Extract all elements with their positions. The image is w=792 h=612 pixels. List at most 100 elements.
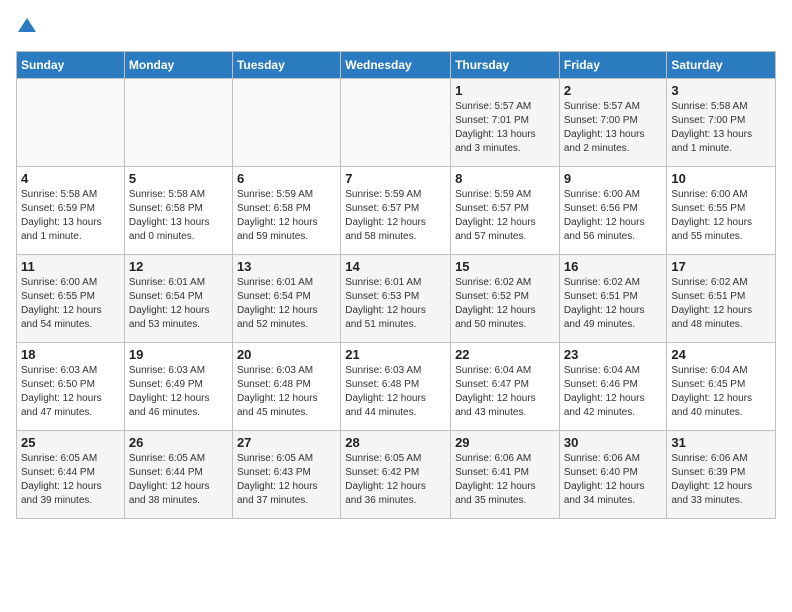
calendar-table: SundayMondayTuesdayWednesdayThursdayFrid…: [16, 51, 776, 519]
day-number: 20: [237, 347, 336, 362]
day-number: 7: [345, 171, 446, 186]
day-info: Sunrise: 6:06 AM Sunset: 6:41 PM Dayligh…: [455, 452, 555, 508]
day-cell: 28 Sunrise: 6:05 AM Sunset: 6:42 PM Dayli…: [341, 431, 451, 519]
day-info: Sunrise: 5:57 AM Sunset: 7:00 PM Dayligh…: [564, 100, 663, 156]
day-number: 17: [671, 259, 771, 274]
day-info: Sunrise: 6:03 AM Sunset: 6:48 PM Dayligh…: [237, 364, 336, 420]
weekday-header-sunday: Sunday: [17, 52, 125, 79]
day-cell: 18 Sunrise: 6:03 AM Sunset: 6:50 PM Dayli…: [17, 343, 125, 431]
day-cell: [17, 79, 125, 167]
day-number: 30: [564, 435, 663, 450]
day-cell: 14 Sunrise: 6:01 AM Sunset: 6:53 PM Dayli…: [341, 255, 451, 343]
weekday-header-friday: Friday: [559, 52, 667, 79]
calendar-header: SundayMondayTuesdayWednesdayThursdayFrid…: [17, 52, 776, 79]
day-cell: 4 Sunrise: 5:58 AM Sunset: 6:59 PM Daylig…: [17, 167, 125, 255]
day-number: 2: [564, 83, 663, 98]
day-info: Sunrise: 6:01 AM Sunset: 6:54 PM Dayligh…: [129, 276, 228, 332]
day-number: 28: [345, 435, 446, 450]
day-info: Sunrise: 6:00 AM Sunset: 6:55 PM Dayligh…: [671, 188, 771, 244]
day-cell: 23Sunrise: 6:04 AM Sunset: 6:46 PM Dayli…: [559, 343, 667, 431]
day-info: Sunrise: 6:00 AM Sunset: 6:55 PM Dayligh…: [21, 276, 120, 332]
week-row-2: 4 Sunrise: 5:58 AM Sunset: 6:59 PM Daylig…: [17, 167, 776, 255]
day-cell: 1 Sunrise: 5:57 AM Sunset: 7:01 PM Daylig…: [451, 79, 560, 167]
day-cell: 12 Sunrise: 6:01 AM Sunset: 6:54 PM Dayli…: [124, 255, 232, 343]
day-info: Sunrise: 5:59 AM Sunset: 6:57 PM Dayligh…: [345, 188, 446, 244]
week-row-4: 18 Sunrise: 6:03 AM Sunset: 6:50 PM Dayli…: [17, 343, 776, 431]
weekday-header-tuesday: Tuesday: [232, 52, 340, 79]
day-info: Sunrise: 6:02 AM Sunset: 6:52 PM Dayligh…: [455, 276, 555, 332]
day-info: Sunrise: 6:04 AM Sunset: 6:45 PM Dayligh…: [671, 364, 771, 420]
weekday-header-wednesday: Wednesday: [341, 52, 451, 79]
day-cell: 29 Sunrise: 6:06 AM Sunset: 6:41 PM Dayli…: [451, 431, 560, 519]
day-info: Sunrise: 6:06 AM Sunset: 6:39 PM Dayligh…: [671, 452, 771, 508]
day-cell: 30Sunrise: 6:06 AM Sunset: 6:40 PM Dayli…: [559, 431, 667, 519]
day-number: 25: [21, 435, 120, 450]
logo-icon: [18, 16, 36, 34]
day-info: Sunrise: 5:58 AM Sunset: 6:58 PM Dayligh…: [129, 188, 228, 244]
day-number: 4: [21, 171, 120, 186]
day-info: Sunrise: 5:58 AM Sunset: 6:59 PM Dayligh…: [21, 188, 120, 244]
day-cell: [232, 79, 340, 167]
day-number: 18: [21, 347, 120, 362]
day-info: Sunrise: 6:01 AM Sunset: 6:53 PM Dayligh…: [345, 276, 446, 332]
day-number: 13: [237, 259, 336, 274]
day-number: 22: [455, 347, 555, 362]
day-info: Sunrise: 6:05 AM Sunset: 6:44 PM Dayligh…: [129, 452, 228, 508]
day-info: Sunrise: 5:58 AM Sunset: 7:00 PM Dayligh…: [671, 100, 771, 156]
day-number: 16: [564, 259, 663, 274]
day-number: 6: [237, 171, 336, 186]
day-number: 29: [455, 435, 555, 450]
day-number: 31: [671, 435, 771, 450]
day-info: Sunrise: 6:03 AM Sunset: 6:50 PM Dayligh…: [21, 364, 120, 420]
day-cell: 19 Sunrise: 6:03 AM Sunset: 6:49 PM Dayli…: [124, 343, 232, 431]
day-cell: 5 Sunrise: 5:58 AM Sunset: 6:58 PM Daylig…: [124, 167, 232, 255]
day-cell: 26 Sunrise: 6:05 AM Sunset: 6:44 PM Dayli…: [124, 431, 232, 519]
day-cell: 9 Sunrise: 6:00 AM Sunset: 6:56 PM Daylig…: [559, 167, 667, 255]
week-row-5: 25 Sunrise: 6:05 AM Sunset: 6:44 PM Dayli…: [17, 431, 776, 519]
day-number: 24: [671, 347, 771, 362]
day-cell: 20 Sunrise: 6:03 AM Sunset: 6:48 PM Dayli…: [232, 343, 340, 431]
day-info: Sunrise: 6:05 AM Sunset: 6:42 PM Dayligh…: [345, 452, 446, 508]
weekday-header-thursday: Thursday: [451, 52, 560, 79]
day-number: 26: [129, 435, 228, 450]
day-info: Sunrise: 5:57 AM Sunset: 7:01 PM Dayligh…: [455, 100, 555, 156]
day-cell: [124, 79, 232, 167]
day-cell: 15Sunrise: 6:02 AM Sunset: 6:52 PM Dayli…: [451, 255, 560, 343]
day-number: 11: [21, 259, 120, 274]
day-info: Sunrise: 6:04 AM Sunset: 6:47 PM Dayligh…: [455, 364, 555, 420]
day-info: Sunrise: 6:05 AM Sunset: 6:44 PM Dayligh…: [21, 452, 120, 508]
day-cell: 3 Sunrise: 5:58 AM Sunset: 7:00 PM Daylig…: [667, 79, 776, 167]
weekday-header-monday: Monday: [124, 52, 232, 79]
day-cell: 10 Sunrise: 6:00 AM Sunset: 6:55 PM Dayli…: [667, 167, 776, 255]
day-cell: 24 Sunrise: 6:04 AM Sunset: 6:45 PM Dayli…: [667, 343, 776, 431]
day-cell: 27Sunrise: 6:05 AM Sunset: 6:43 PM Dayli…: [232, 431, 340, 519]
day-cell: 22 Sunrise: 6:04 AM Sunset: 6:47 PM Dayli…: [451, 343, 560, 431]
day-info: Sunrise: 6:03 AM Sunset: 6:49 PM Dayligh…: [129, 364, 228, 420]
weekday-header-saturday: Saturday: [667, 52, 776, 79]
day-number: 5: [129, 171, 228, 186]
day-info: Sunrise: 6:00 AM Sunset: 6:56 PM Dayligh…: [564, 188, 663, 244]
day-cell: 13Sunrise: 6:01 AM Sunset: 6:54 PM Dayli…: [232, 255, 340, 343]
day-cell: [341, 79, 451, 167]
day-number: 10: [671, 171, 771, 186]
day-number: 1: [455, 83, 555, 98]
logo: [16, 16, 36, 39]
day-cell: 31 Sunrise: 6:06 AM Sunset: 6:39 PM Dayli…: [667, 431, 776, 519]
day-number: 21: [345, 347, 446, 362]
day-number: 12: [129, 259, 228, 274]
page-header: [16, 16, 776, 39]
day-cell: 7 Sunrise: 5:59 AM Sunset: 6:57 PM Daylig…: [341, 167, 451, 255]
day-cell: 6 Sunrise: 5:59 AM Sunset: 6:58 PM Daylig…: [232, 167, 340, 255]
day-info: Sunrise: 6:03 AM Sunset: 6:48 PM Dayligh…: [345, 364, 446, 420]
day-info: Sunrise: 6:02 AM Sunset: 6:51 PM Dayligh…: [671, 276, 771, 332]
day-number: 19: [129, 347, 228, 362]
day-info: Sunrise: 5:59 AM Sunset: 6:57 PM Dayligh…: [455, 188, 555, 244]
day-info: Sunrise: 5:59 AM Sunset: 6:58 PM Dayligh…: [237, 188, 336, 244]
day-number: 9: [564, 171, 663, 186]
day-cell: 8 Sunrise: 5:59 AM Sunset: 6:57 PM Daylig…: [451, 167, 560, 255]
day-cell: 17 Sunrise: 6:02 AM Sunset: 6:51 PM Dayli…: [667, 255, 776, 343]
day-number: 8: [455, 171, 555, 186]
day-info: Sunrise: 6:04 AM Sunset: 6:46 PM Dayligh…: [564, 364, 663, 420]
day-number: 14: [345, 259, 446, 274]
day-number: 3: [671, 83, 771, 98]
